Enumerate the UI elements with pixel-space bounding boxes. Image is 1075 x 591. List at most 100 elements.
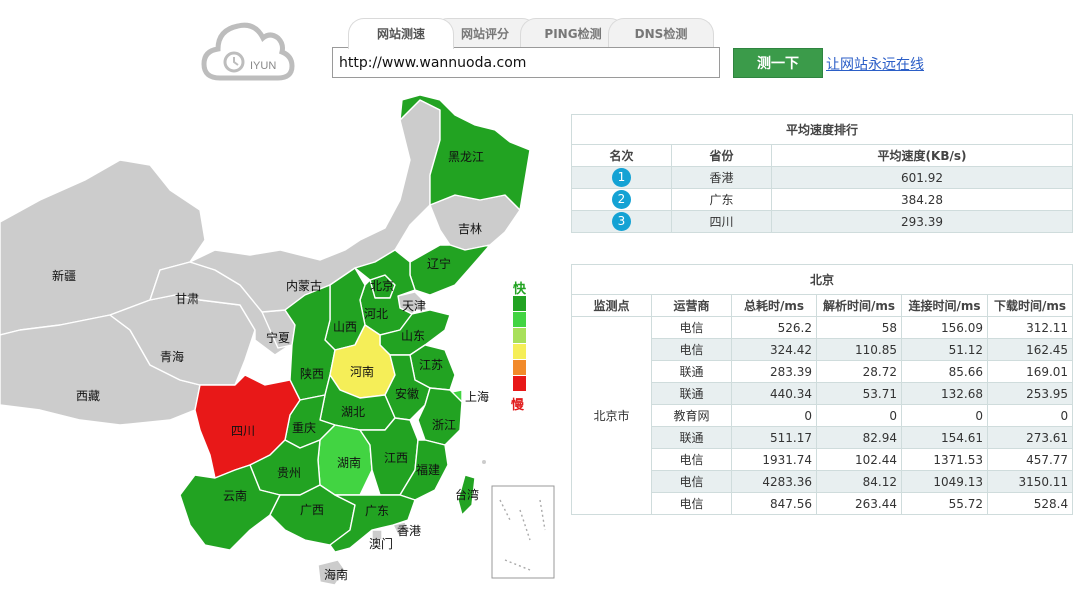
- label-hebei: 河北: [363, 307, 389, 321]
- detail-cell-connect: 1371.53: [901, 448, 988, 471]
- label-sichuan: 四川: [230, 424, 256, 438]
- detail-cell-isp: 联通: [651, 426, 732, 449]
- detail-cell-connect: 154.61: [901, 426, 988, 449]
- ranking-speed: 601.92: [770, 166, 1074, 189]
- detail-cell-isp: 教育网: [651, 404, 732, 427]
- label-taiwan: 台湾: [454, 488, 480, 502]
- china-speed-map: 黑龙江 吉林 辽宁 内蒙古 新疆 甘肃 青海 西藏 宁夏 北京 天津 河北 山西…: [0, 90, 560, 591]
- detail-cell-connect: 1049.13: [901, 470, 988, 493]
- detail-cell-total: 1931.74: [731, 448, 817, 471]
- detail-cell-dns: 102.44: [816, 448, 902, 471]
- detail-cell-download: 169.01: [986, 360, 1074, 383]
- ranking-title: 平均速度排行: [570, 114, 1074, 145]
- detail-cell-connect: 132.68: [901, 382, 988, 405]
- detail-cell-dns: 110.85: [816, 338, 902, 361]
- legend-swatch-1: [513, 296, 526, 311]
- label-zhejiang: 浙江: [431, 418, 457, 432]
- label-chongqing: 重庆: [291, 421, 317, 435]
- detail-cell-download: 312.11: [986, 316, 1074, 339]
- rank-badge: 1: [612, 168, 631, 187]
- detail-cell-total: 0: [731, 404, 817, 427]
- label-qinghai: 青海: [159, 350, 185, 364]
- label-yunnan: 云南: [222, 489, 248, 503]
- label-macao: 澳门: [368, 537, 394, 551]
- detail-cell-connect: 0: [901, 404, 988, 427]
- label-tianjin: 天津: [401, 299, 427, 313]
- test-button[interactable]: 测一下: [733, 48, 823, 78]
- detail-cell-download: 253.95: [986, 382, 1074, 405]
- ranking-speed: 293.39: [770, 210, 1074, 233]
- ranking-header-rank: 名次: [571, 144, 672, 167]
- detail-cell-connect: 51.12: [901, 338, 988, 361]
- ranking-province: 四川: [671, 210, 772, 233]
- label-hongkong: 香港: [396, 524, 422, 538]
- label-shandong: 山东: [400, 329, 426, 343]
- detail-cell-total: 324.42: [731, 338, 817, 361]
- detail-cell-total: 847.56: [731, 492, 817, 515]
- label-beijing: 北京: [369, 279, 395, 293]
- legend-swatch-3: [513, 328, 526, 343]
- label-ningxia: 宁夏: [265, 331, 291, 345]
- cloud-logo-icon: IYUN: [201, 22, 295, 81]
- detail-cell-dns: 28.72: [816, 360, 902, 383]
- label-anhui: 安徽: [394, 387, 420, 401]
- legend-swatch-2: [513, 312, 526, 327]
- label-shanxi: 山西: [332, 320, 358, 334]
- label-fujian: 福建: [415, 463, 441, 477]
- legend-slow-label: 慢: [511, 398, 525, 413]
- detail-cell-total: 526.2: [731, 316, 817, 339]
- station-cell: 北京市: [571, 316, 652, 515]
- detail-cell-dns: 0: [816, 404, 902, 427]
- url-input[interactable]: [332, 47, 720, 78]
- detail-cell-download: 457.77: [986, 448, 1074, 471]
- label-tibet: 西藏: [75, 389, 101, 403]
- table-row: 3 四川 293.39: [571, 210, 1074, 233]
- detail-table: 北京 监测点 运营商 总耗时/ms 解析时间/ms 连接时间/ms 下载时间/m…: [570, 264, 1074, 515]
- label-jilin: 吉林: [457, 222, 483, 236]
- ranking-province: 香港: [671, 166, 772, 189]
- ranking-province: 广东: [671, 188, 772, 211]
- detail-cell-total: 4283.36: [731, 470, 817, 493]
- detail-title: 北京: [570, 264, 1074, 295]
- speed-legend: [513, 296, 526, 392]
- detail-cell-isp: 联通: [651, 382, 732, 405]
- ranking-header-province: 省份: [671, 144, 772, 167]
- rank-badge: 2: [612, 190, 631, 209]
- detail-header-download: 下载时间/ms: [986, 294, 1074, 317]
- detail-cell-total: 511.17: [731, 426, 817, 449]
- detail-cell-connect: 156.09: [901, 316, 988, 339]
- detail-cell-download: 3150.11: [986, 470, 1074, 493]
- detail-header-station: 监测点: [571, 294, 652, 317]
- table-row: 2 广东 384.28: [571, 188, 1074, 211]
- label-gansu: 甘肃: [174, 292, 200, 306]
- tab-bar: 网站测速 网站评分 PING检测 DNS检测: [348, 18, 728, 49]
- tab-speed-test[interactable]: 网站测速: [348, 18, 454, 49]
- legend-swatch-5: [513, 360, 526, 375]
- detail-cell-dns: 84.12: [816, 470, 902, 493]
- detail-header-isp: 运营商: [651, 294, 732, 317]
- legend-fast-label: 快: [513, 282, 527, 297]
- label-shaanxi: 陕西: [299, 367, 325, 381]
- detail-header-dns: 解析时间/ms: [816, 294, 902, 317]
- label-guangxi: 广西: [299, 503, 325, 517]
- detail-header-connect: 连接时间/ms: [901, 294, 988, 317]
- detail-cell-total: 440.34: [731, 382, 817, 405]
- label-jiangxi: 江西: [383, 451, 409, 465]
- label-guangdong: 广东: [364, 504, 390, 518]
- always-online-link[interactable]: 让网站永远在线: [826, 54, 924, 74]
- detail-cell-download: 273.61: [986, 426, 1074, 449]
- label-xinjiang: 新疆: [51, 269, 77, 283]
- detail-cell-dns: 58: [816, 316, 902, 339]
- logo: IYUN: [200, 16, 296, 86]
- detail-cell-connect: 55.72: [901, 492, 988, 515]
- legend-swatch-6: [513, 376, 526, 391]
- tab-dns-check[interactable]: DNS检测: [608, 18, 714, 48]
- detail-cell-dns: 263.44: [816, 492, 902, 515]
- south-china-sea-inset: [491, 485, 555, 579]
- detail-cell-isp: 电信: [651, 338, 732, 361]
- label-liaoning: 辽宁: [426, 257, 452, 271]
- label-inner-mongolia: 内蒙古: [285, 279, 323, 293]
- label-hunan: 湖南: [336, 456, 362, 470]
- detail-cell-isp: 电信: [651, 470, 732, 493]
- logo-text: IYUN: [250, 60, 276, 72]
